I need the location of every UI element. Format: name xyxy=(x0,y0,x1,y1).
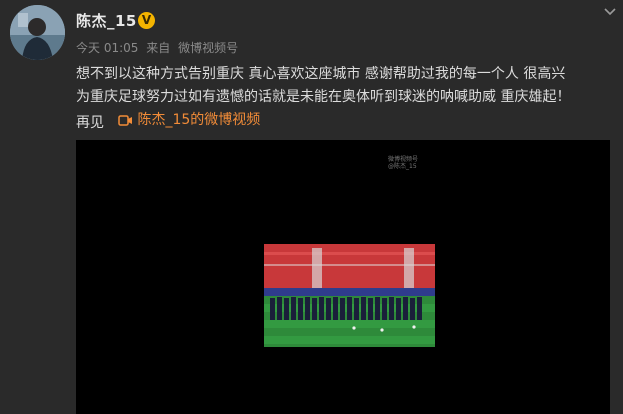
video-camera-icon xyxy=(118,115,133,126)
post-source[interactable]: 微博视频号 xyxy=(178,41,238,55)
video-link-label: 陈杰_15的微博视频 xyxy=(137,112,261,128)
source-prefix: 来自 xyxy=(146,41,171,55)
watermark-handle: @陈杰_15 xyxy=(388,163,417,170)
post-meta: 今天 01:05 来自 微博视频号 xyxy=(76,39,242,56)
post-time[interactable]: 今天 01:05 xyxy=(76,41,138,55)
stadium-team-image xyxy=(264,244,435,347)
content-line: 再见 陈杰_15的微博视频 xyxy=(76,109,616,135)
farewell-text: 再见 xyxy=(76,115,104,131)
post-content: 想不到以这种方式告别重庆 真心喜欢这座城市 感谢帮助过我的每一个人 很高兴 为重… xyxy=(76,63,616,135)
avatar[interactable] xyxy=(10,5,65,60)
chevron-down-icon[interactable] xyxy=(603,4,617,18)
video-frame xyxy=(264,244,435,347)
content-line: 为重庆足球努力过如有遗憾的话就是未能在奥体听到球迷的呐喊助威 重庆雄起！ xyxy=(76,89,571,105)
verified-badge-icon: V xyxy=(138,12,155,29)
watermark-brand: 微博视频号 xyxy=(388,156,419,163)
content-line: 想不到以这种方式告别重庆 真心喜欢这座城市 感谢帮助过我的每一个人 很高兴 xyxy=(76,66,566,82)
video-player[interactable]: 微博视频号 @陈杰_15 xyxy=(76,140,610,414)
video-link[interactable]: 陈杰_15的微博视频 xyxy=(118,109,260,132)
username[interactable]: 陈杰_15 xyxy=(76,10,137,31)
video-watermark: 微博视频号 @陈杰_15 xyxy=(388,156,418,170)
